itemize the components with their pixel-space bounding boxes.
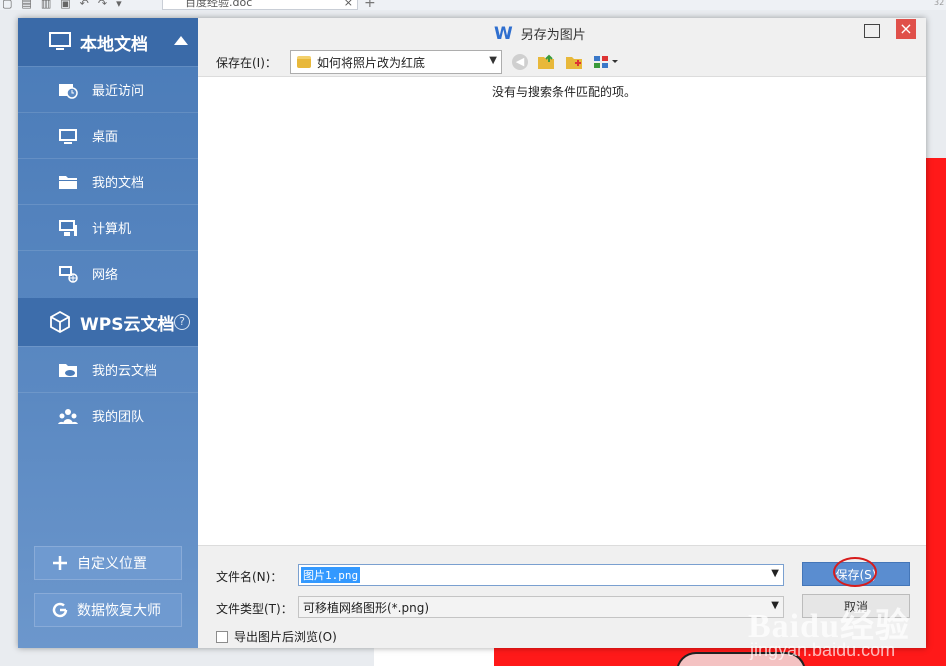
open-file-icon[interactable]: ▤: [21, 0, 31, 10]
sidebar-item-label: 我的文档: [92, 176, 145, 191]
section-local-documents[interactable]: 本地文档: [18, 18, 198, 66]
sidebar-item-label: 桌面: [92, 130, 119, 145]
save-in-value: 如何将照片改为红底: [317, 55, 426, 70]
close-button[interactable]: ×: [896, 19, 916, 39]
filetype-label: 文件类型(T)：: [216, 602, 293, 616]
cloud-docs-icon: [58, 361, 78, 379]
save-button[interactable]: 保存(S): [802, 557, 910, 587]
custom-location-button[interactable]: 自定义位置: [34, 546, 182, 580]
wps-logo-icon: W: [494, 23, 513, 44]
recent-icon: [58, 81, 78, 99]
red-image-edge: [926, 158, 946, 648]
dialog-title: W 另存为图片: [494, 24, 586, 43]
computer-icon: [58, 219, 78, 237]
undo-icon[interactable]: ↶: [80, 0, 89, 10]
version-label: 32: [934, 0, 945, 7]
sidebar-item-desktop[interactable]: 桌面: [18, 112, 198, 158]
save-in-label: 保存在(I)：: [216, 56, 277, 70]
view-menu-button[interactable]: [592, 52, 620, 72]
filetype-value: 可移植网络图形(*.png): [303, 600, 430, 615]
sidebar-item-my-team[interactable]: 我的团队: [18, 392, 198, 438]
sidebar-item-label: 最近访问: [92, 84, 145, 99]
cube-icon: [48, 310, 72, 334]
up-folder-button[interactable]: [536, 52, 556, 72]
sidebar-item-network[interactable]: 网络: [18, 250, 198, 296]
back-button[interactable]: ◀: [510, 52, 530, 72]
chevron-down-icon: ▼: [489, 55, 497, 66]
new-file-icon[interactable]: ▢: [2, 0, 12, 10]
document-tab[interactable]: 百度经验.doc ×: [162, 0, 358, 10]
data-recovery-button[interactable]: 数据恢复大师: [34, 593, 182, 627]
data-recovery-label: 数据恢复大师: [77, 603, 161, 619]
sidebar-item-label: 我的云文档: [92, 364, 158, 379]
dialog-title-text: 另存为图片: [520, 28, 586, 43]
sidebar-item-my-cloud-docs[interactable]: 我的云文档: [18, 346, 198, 392]
save-as-image-dialog: 本地文档 最近访问 桌面 我的文档 计算机 网络 WPS云文档 ? 我的云文档 …: [18, 18, 926, 660]
plus-icon: [51, 554, 69, 572]
collapse-up-icon[interactable]: [174, 36, 188, 45]
sidebar-item-computer[interactable]: 计算机: [18, 204, 198, 250]
filename-label: 文件名(N)：: [216, 570, 283, 584]
dropdown-icon[interactable]: ▾: [116, 0, 122, 10]
file-list-area[interactable]: 没有与搜索条件匹配的项。: [198, 76, 926, 546]
filename-value: 图片1.png: [301, 567, 361, 583]
view-grid-icon: [594, 56, 618, 68]
sidebar-item-my-documents[interactable]: 我的文档: [18, 158, 198, 204]
sidebar-item-label: 我的团队: [92, 410, 145, 425]
redo-icon[interactable]: ↷: [98, 0, 107, 10]
section-local-label: 本地文档: [80, 34, 148, 55]
desktop-icon: [58, 127, 78, 145]
filetype-dropdown[interactable]: 可移植网络图形(*.png) ▼: [298, 596, 784, 618]
new-tab-icon[interactable]: +: [364, 0, 376, 10]
dialog-titlebar: W 另存为图片 ×: [198, 18, 926, 48]
sidebar-item-label: 网络: [92, 268, 119, 283]
sidebar-item-label: 计算机: [92, 222, 132, 237]
back-arrow-icon: ◀: [512, 54, 528, 70]
quick-access-icons: ▢ ▤ ▥ ▣ ↶ ↷ ▾: [2, 0, 122, 10]
background-app-toolbar: ▢ ▤ ▥ ▣ ↶ ↷ ▾ 百度经验.doc × + 32: [0, 0, 946, 10]
up-folder-icon: [538, 54, 554, 69]
folder-icon: [297, 56, 311, 68]
documents-icon: [58, 173, 78, 191]
checkbox-box[interactable]: [216, 630, 228, 643]
maximize-button[interactable]: [864, 24, 880, 38]
tab-close-icon[interactable]: ×: [344, 0, 353, 9]
custom-location-label: 自定义位置: [77, 556, 147, 572]
open-after-export-label: 导出图片后浏览(O): [234, 630, 337, 644]
new-folder-button[interactable]: [564, 52, 584, 72]
new-folder-icon: [566, 57, 582, 69]
filename-input[interactable]: 图片1.png ▼: [298, 564, 784, 586]
chevron-down-icon[interactable]: ▼: [771, 568, 779, 579]
recovery-icon: [51, 601, 69, 619]
section-cloud-label: WPS云文档: [80, 314, 175, 335]
team-icon: [58, 407, 78, 425]
document-tab-title: 百度经验.doc: [185, 0, 253, 9]
empty-results-message: 没有与搜索条件匹配的项。: [492, 85, 637, 99]
section-wps-cloud[interactable]: WPS云文档 ?: [18, 298, 198, 346]
sidebar-item-recent[interactable]: 最近访问: [18, 66, 198, 112]
sidebar: 本地文档 最近访问 桌面 我的文档 计算机 网络 WPS云文档 ? 我的云文档 …: [18, 18, 198, 648]
baidu-watermark-url: jingyan.baidu.com: [750, 640, 896, 660]
print-icon[interactable]: ▥: [41, 0, 51, 10]
highlight-circle: [833, 557, 877, 587]
preview-icon[interactable]: ▣: [60, 0, 70, 10]
open-after-export-checkbox[interactable]: 导出图片后浏览(O): [216, 628, 337, 645]
help-icon[interactable]: ?: [174, 314, 190, 330]
network-icon: [58, 265, 78, 283]
monitor-icon: [48, 30, 72, 54]
save-in-dropdown[interactable]: 如何将照片改为红底 ▼: [290, 50, 502, 74]
